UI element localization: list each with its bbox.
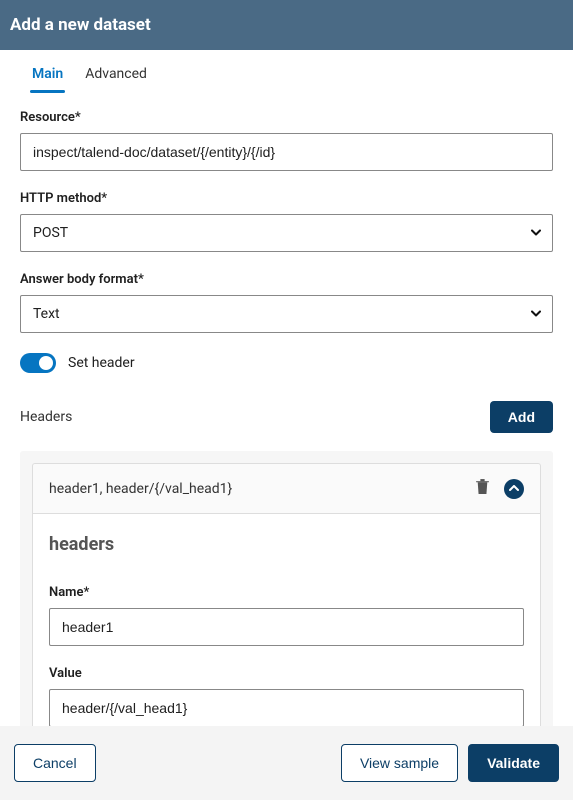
- header-item-summary: header1, header/{/val_head1}: [49, 481, 232, 497]
- label-set-header: Set header: [68, 355, 135, 371]
- label-header-name: Name*: [49, 585, 524, 600]
- collapse-up-icon[interactable]: [504, 479, 524, 499]
- label-answer-body: Answer body format*: [20, 272, 553, 287]
- header-item-body: headers Name* Value: [32, 514, 541, 726]
- tab-advanced[interactable]: Advanced: [83, 62, 149, 92]
- field-header-value: Value: [49, 666, 524, 726]
- field-header-name: Name*: [49, 585, 524, 646]
- add-header-button[interactable]: Add: [490, 401, 553, 433]
- header-item-summary-row: header1, header/{/val_head1}: [32, 463, 541, 514]
- footer-right: View sample Validate: [341, 744, 559, 782]
- field-answer-body: Answer body format* Text: [20, 272, 553, 333]
- field-http-method: HTTP method* POST: [20, 191, 553, 252]
- headers-section-row: Headers Add: [20, 401, 553, 433]
- input-header-value[interactable]: [49, 689, 524, 726]
- validate-button[interactable]: Validate: [468, 744, 559, 782]
- select-answer-body[interactable]: Text: [20, 295, 553, 333]
- dialog-title: Add a new dataset: [10, 15, 151, 35]
- header-panel-title: headers: [49, 534, 524, 555]
- trash-icon[interactable]: [475, 478, 490, 499]
- label-resource: Resource*: [20, 110, 553, 125]
- header-item-actions: [475, 478, 524, 499]
- headers-card: header1, header/{/val_head1} headers Nam…: [20, 451, 553, 726]
- cancel-button[interactable]: Cancel: [14, 744, 96, 782]
- toggle-set-header[interactable]: [20, 353, 56, 373]
- tab-bar: Main Advanced: [0, 50, 573, 92]
- field-resource: Resource*: [20, 110, 553, 171]
- form-area: Resource* HTTP method* POST Answer body …: [0, 92, 573, 726]
- headers-label: Headers: [20, 409, 72, 425]
- input-header-name[interactable]: [49, 608, 524, 646]
- tab-main[interactable]: Main: [30, 62, 65, 92]
- toggle-set-header-row: Set header: [20, 353, 553, 373]
- input-resource[interactable]: [20, 133, 553, 171]
- label-header-value: Value: [49, 666, 524, 681]
- select-http-method[interactable]: POST: [20, 214, 553, 252]
- dialog-footer: Cancel View sample Validate: [0, 726, 573, 800]
- dialog-header: Add a new dataset: [0, 0, 573, 50]
- label-http-method: HTTP method*: [20, 191, 553, 206]
- view-sample-button[interactable]: View sample: [341, 744, 458, 782]
